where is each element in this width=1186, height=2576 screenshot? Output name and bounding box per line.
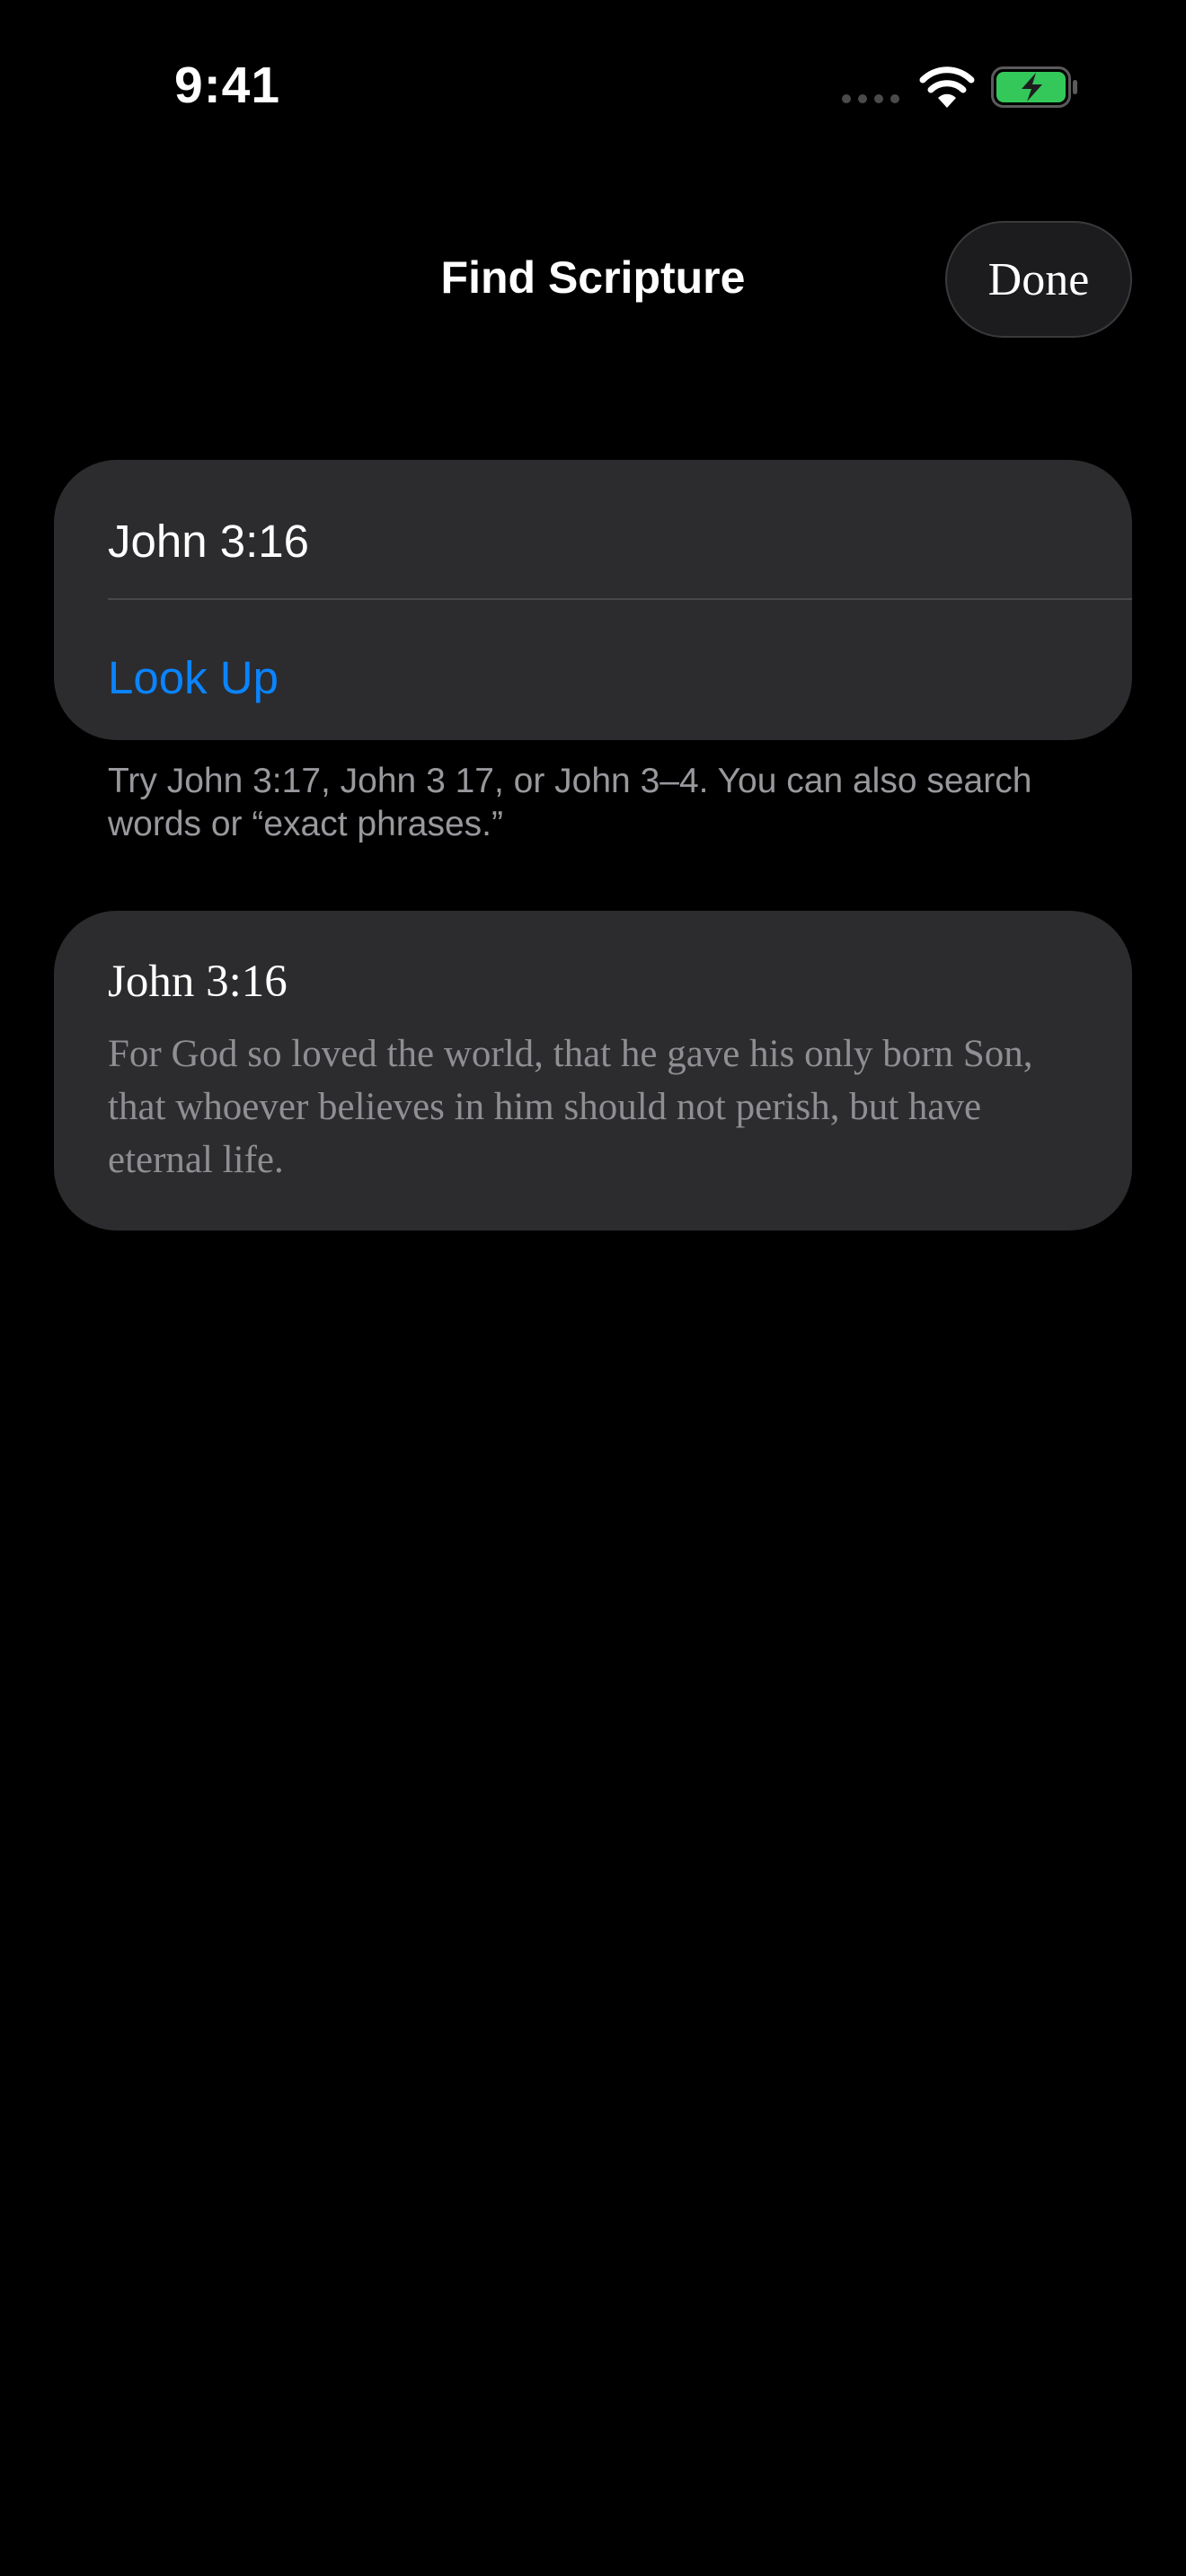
done-button[interactable]: Done	[945, 221, 1132, 338]
wifi-icon	[919, 66, 975, 108]
status-bar: 9:41	[0, 0, 1186, 171]
search-hint: Try John 3:17, John 3 17, or John 3–4. Y…	[108, 762, 1032, 843]
search-card: Look Up	[54, 460, 1132, 740]
nav-header: Find Scripture Done	[0, 216, 1186, 341]
battery-charging-icon	[991, 66, 1077, 108]
look-up-button[interactable]: Look Up	[108, 638, 279, 719]
scripture-search-input[interactable]	[108, 494, 1078, 587]
cellular-signal-icon	[842, 94, 899, 103]
result-reference: John 3:16	[108, 957, 288, 1007]
result-card[interactable]: John 3:16 For God so loved the world, th…	[54, 911, 1132, 1231]
search-divider	[108, 598, 1132, 600]
result-verse-text: For God so loved the world, that he gave…	[108, 1033, 1033, 1181]
status-time: 9:41	[174, 57, 281, 114]
